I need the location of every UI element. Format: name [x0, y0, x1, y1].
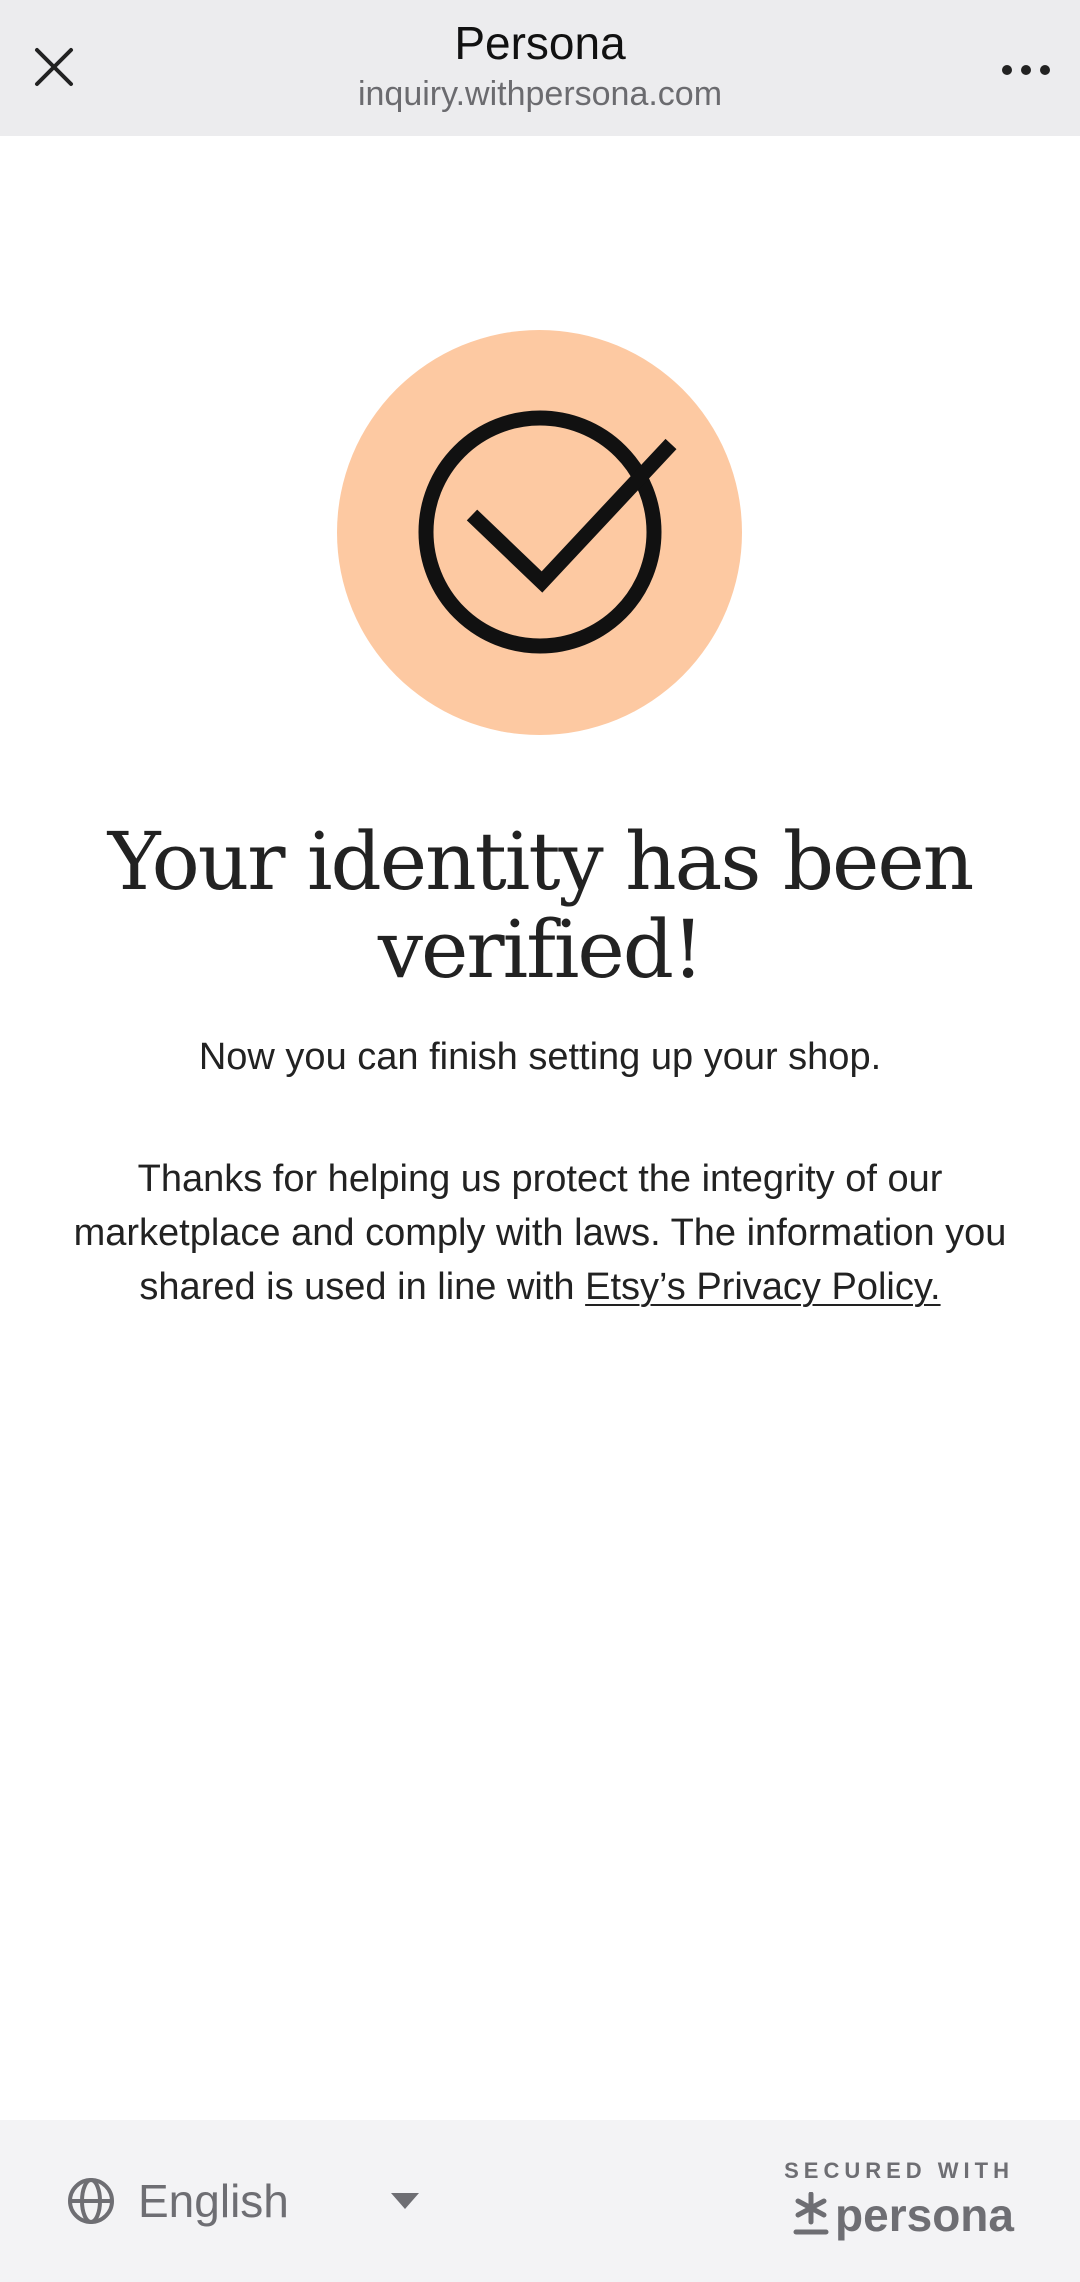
caret-down-icon	[391, 2193, 419, 2209]
persona-asterisk-icon	[793, 2192, 829, 2235]
privacy-policy-link[interactable]: Etsy’s Privacy Policy.	[585, 1266, 940, 1308]
browser-title-area: Persona inquiry.withpersona.com	[200, 18, 880, 114]
persona-logo: persona	[784, 2188, 1014, 2242]
info-paragraph: Thanks for helping us protect the integr…	[60, 1152, 1020, 1314]
language-select[interactable]: English	[66, 2166, 436, 2236]
secured-label: SECURED WITH	[784, 2158, 1014, 2183]
headline-line-1: Your identity has been	[107, 815, 975, 908]
page-title: Your identity has been verified!	[60, 818, 1020, 994]
browser-url: inquiry.withpersona.com	[357, 74, 723, 113]
secured-with-persona: SECURED WITH persona	[784, 2158, 1014, 2242]
more-options-button[interactable]	[994, 38, 1058, 102]
more-options-icon	[1002, 65, 1050, 75]
verified-illustration	[337, 330, 742, 735]
subtitle: Now you can finish setting up your shop.	[198, 1036, 882, 1078]
footer: English SECURED WITH persona	[0, 2120, 1080, 2282]
close-button[interactable]	[22, 35, 86, 99]
persona-brand-name: persona	[835, 2189, 1014, 2241]
language-label: English	[138, 2175, 289, 2227]
browser-top-bar: Persona inquiry.withpersona.com	[0, 0, 1080, 136]
globe-icon	[68, 2178, 114, 2224]
browser-title: Persona	[454, 17, 626, 69]
close-icon	[35, 48, 73, 86]
headline-line-2: verified!	[377, 903, 704, 996]
check-circle-icon	[418, 410, 677, 654]
